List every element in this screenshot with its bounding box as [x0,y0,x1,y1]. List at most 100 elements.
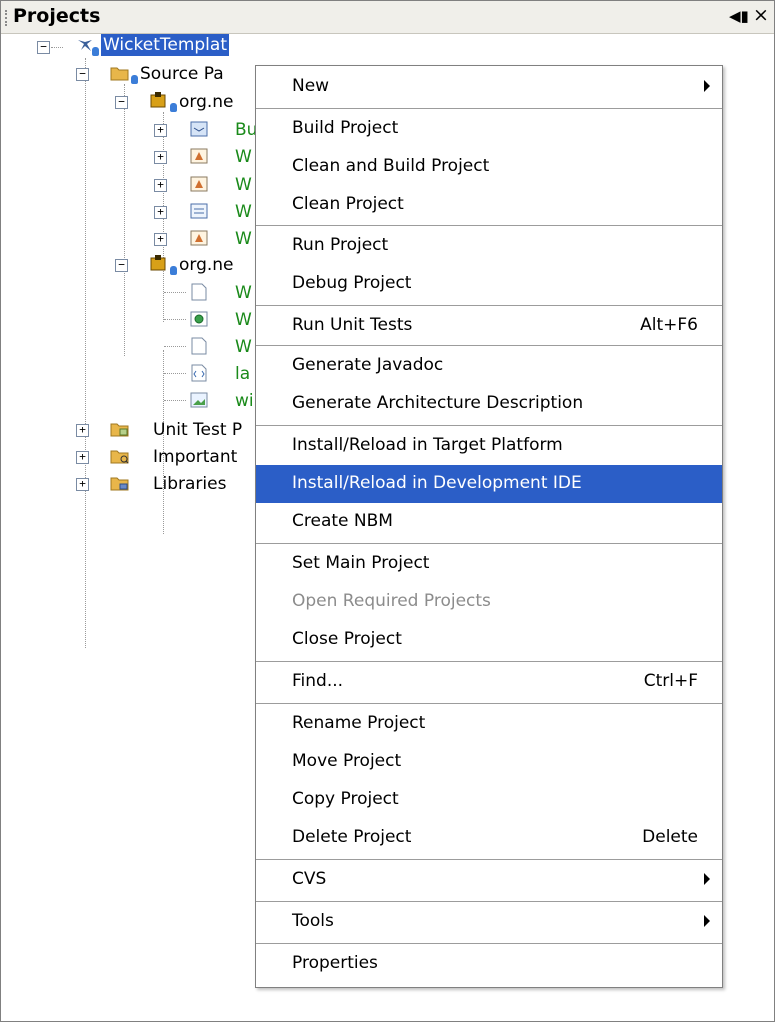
menu-item-label: Tools [292,911,334,931]
collapse-icon[interactable]: − [115,259,128,272]
menu-item-generate-javadoc[interactable]: Generate Javadoc [256,347,722,385]
expand-icon[interactable]: + [154,151,167,164]
menu-item-label: Delete Project [292,827,412,847]
project-context-menu: New Build Project Clean and Build Projec… [255,65,723,988]
close-icon[interactable]: × [753,4,769,26]
minimize-icon[interactable]: ◀▮ [729,7,749,25]
versioned-badge-icon [92,47,99,56]
root-project-label[interactable]: WicketTemplat [101,34,229,56]
java-class-icon [190,230,208,246]
versioned-badge-icon [131,75,138,84]
menu-separator [256,543,722,544]
blank-file-icon [191,283,207,301]
submenu-arrow-icon [704,915,710,927]
versioned-badge-icon [170,266,177,275]
collapse-icon[interactable]: − [37,41,50,54]
menu-item-clean-build-project[interactable]: Clean and Build Project [256,148,722,186]
expand-icon[interactable]: + [76,451,89,464]
menu-item-label: Build Project [292,118,399,138]
menu-item-label: Create NBM [292,511,393,531]
submenu-arrow-icon [704,873,710,885]
package-icon [150,255,166,271]
menu-item-label: Generate Javadoc [292,355,444,375]
package-icon [150,92,166,108]
submenu-arrow-icon [704,80,710,92]
menu-item-create-nbm[interactable]: Create NBM [256,503,722,541]
menu-item-delete-project[interactable]: Delete Project Delete [256,819,722,857]
expand-icon[interactable]: + [76,424,89,437]
collapse-icon[interactable]: − [76,68,89,81]
menu-item-label: Install/Reload in Development IDE [292,473,582,493]
menu-separator [256,859,722,860]
menu-item-generate-architecture[interactable]: Generate Architecture Description [256,385,722,423]
expand-icon[interactable]: + [154,124,167,137]
menu-item-label: Close Project [292,629,402,649]
menu-item-label: Properties [292,953,378,973]
menu-item-copy-project[interactable]: Copy Project [256,781,722,819]
menu-separator [256,108,722,109]
tree-item-label: W [235,175,252,195]
menu-item-label: New [292,76,330,96]
expand-icon[interactable]: + [154,206,167,219]
projects-window: Projects ◀▮ × − WicketTemplat − Source P… [0,0,775,1022]
web-file-icon [190,311,208,327]
menu-item-label: Run Project [292,235,389,255]
menu-separator [256,703,722,704]
unit-test-label: Unit Test P [153,420,243,440]
form-file-icon [190,203,208,219]
menu-shortcut: Delete [642,827,698,847]
tree-item-label: W [235,283,252,303]
expand-icon[interactable]: + [76,478,89,491]
collapse-icon[interactable]: − [115,96,128,109]
tree-guide-line [85,58,86,648]
menu-separator [256,661,722,662]
tree-guide-line [124,84,125,356]
menu-separator [256,425,722,426]
menu-item-new[interactable]: New [256,68,722,106]
menu-item-label: CVS [292,869,327,889]
menu-item-label: Generate Architecture Description [292,393,584,413]
source-packages-label: Source Pa [140,64,224,84]
menu-item-clean-project[interactable]: Clean Project [256,186,722,224]
menu-item-tools[interactable]: Tools [256,903,722,941]
libraries-folder-icon [110,477,129,491]
menu-item-cvs[interactable]: CVS [256,861,722,899]
tree-guide-line [163,350,164,534]
expand-icon[interactable]: + [154,233,167,246]
menu-item-set-main-project[interactable]: Set Main Project [256,545,722,583]
menu-item-rename-project[interactable]: Rename Project [256,705,722,743]
drag-grip[interactable] [5,10,10,26]
menu-item-find[interactable]: Find... Ctrl+F [256,663,722,701]
menu-item-build-project[interactable]: Build Project [256,110,722,148]
package-label: org.ne [179,255,234,275]
menu-item-label: Clean and Build Project [292,156,490,176]
java-class-icon [190,176,208,192]
tree-item-label: la [235,364,251,384]
menu-item-close-project[interactable]: Close Project [256,621,722,659]
menu-item-run-project[interactable]: Run Project [256,227,722,265]
menu-item-run-unit-tests[interactable]: Run Unit Tests Alt+F6 [256,307,722,345]
versioned-badge-icon [170,103,177,112]
menu-item-install-ide[interactable]: Install/Reload in Development IDE [256,465,722,503]
tree-item-label: W [235,229,252,249]
tree-item-label: W [235,147,252,167]
menu-shortcut: Ctrl+F [643,671,698,691]
expand-icon[interactable]: + [154,179,167,192]
menu-item-label: Copy Project [292,789,399,809]
projects-titlebar: Projects ◀▮ × [1,1,774,34]
menu-separator [256,225,722,226]
menu-item-label: Move Project [292,751,402,771]
menu-item-properties[interactable]: Properties [256,945,722,983]
menu-item-move-project[interactable]: Move Project [256,743,722,781]
libraries-label: Libraries [153,474,227,494]
menu-item-debug-project[interactable]: Debug Project [256,265,722,303]
menu-shortcut: Alt+F6 [640,315,698,335]
bundle-file-icon [190,121,208,137]
menu-item-label: Set Main Project [292,553,430,573]
menu-item-label: Clean Project [292,194,404,214]
image-file-icon [190,392,208,408]
menu-item-label: Find... [292,671,344,691]
tree-item-label: W [235,337,252,357]
menu-item-install-target[interactable]: Install/Reload in Target Platform [256,427,722,465]
menu-item-label: Run Unit Tests [292,315,413,335]
